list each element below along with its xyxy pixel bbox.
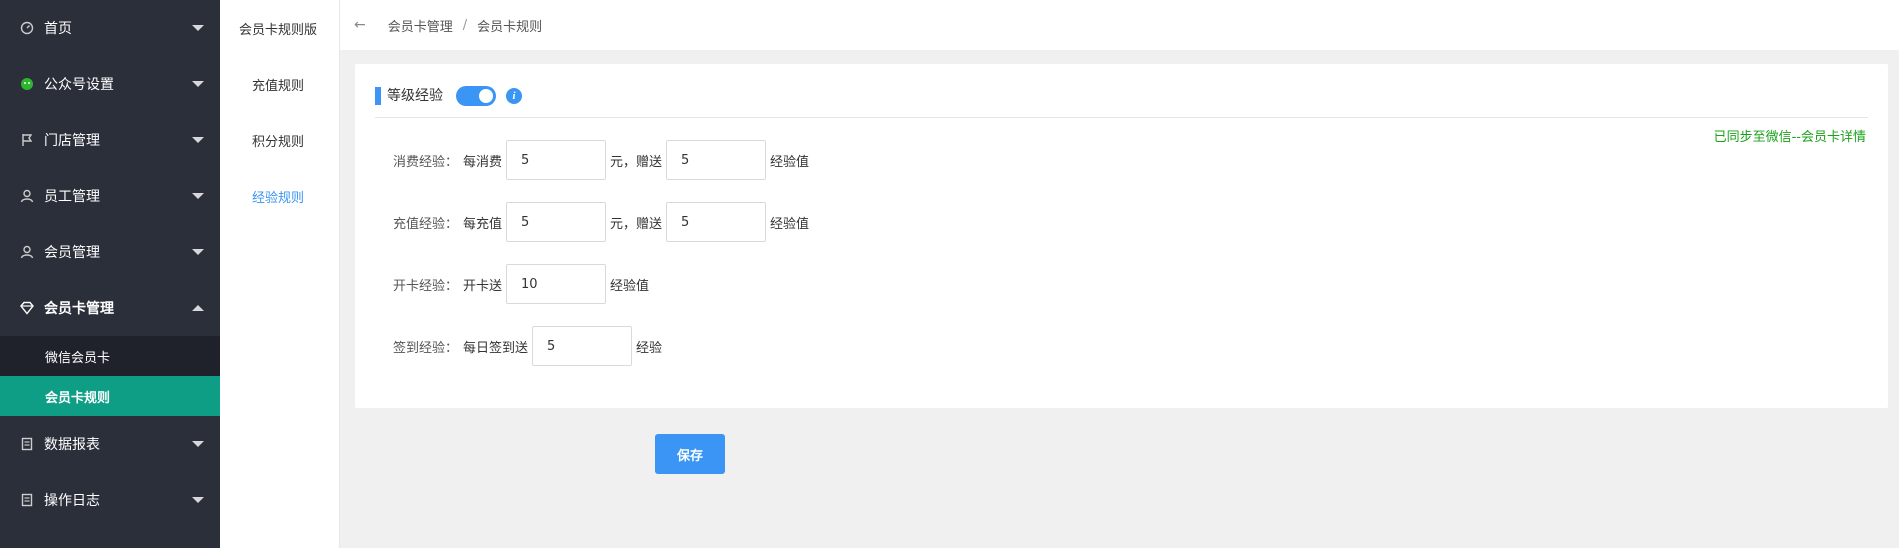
save-button[interactable]: 保存 bbox=[655, 434, 725, 474]
sidebar-subitem-wechat-card[interactable]: 微信会员卡 bbox=[0, 336, 220, 376]
tab-recharge-rules[interactable]: 充值规则 bbox=[220, 56, 339, 112]
breadcrumb: ← 会员卡管理 / 会员卡规则 bbox=[340, 0, 1899, 50]
tab-experience-rules[interactable]: 经验规则 bbox=[220, 168, 339, 224]
breadcrumb-link[interactable]: 会员卡管理 bbox=[388, 16, 453, 35]
secondary-sidebar: 会员卡规则版 充值规则 积分规则 经验规则 bbox=[220, 0, 340, 548]
level-experience-toggle[interactable] bbox=[456, 86, 496, 106]
row-label: 消费经验： bbox=[393, 154, 459, 170]
staff-icon bbox=[20, 189, 34, 203]
recharge-exp-input[interactable] bbox=[666, 202, 767, 242]
sidebar-item-card-management[interactable]: 会员卡管理 bbox=[0, 280, 220, 336]
info-icon[interactable]: i bbox=[506, 88, 522, 104]
row-label: 充值经验： bbox=[393, 216, 459, 232]
row-suffix: 经验值 bbox=[770, 154, 810, 170]
chevron-down-icon bbox=[192, 497, 204, 503]
title-accent-bar bbox=[375, 87, 381, 105]
sidebar-item-label: 门店管理 bbox=[44, 133, 100, 149]
sidebar-item-label: 操作日志 bbox=[44, 493, 100, 509]
breadcrumb-current: 会员卡规则 bbox=[477, 19, 543, 35]
row-prefix: 每日签到送 bbox=[463, 340, 529, 356]
chevron-down-icon bbox=[192, 137, 204, 143]
sidebar-item-wechat[interactable]: 公众号设置 bbox=[0, 56, 220, 112]
sidebar-subitem-card-rules[interactable]: 会员卡规则 bbox=[0, 376, 220, 416]
row-mid: 元，赠送 bbox=[610, 216, 663, 232]
row-label: 开卡经验： bbox=[393, 278, 459, 294]
level-experience-card: 等级经验 i 已同步至微信--会员卡详情 消费经验： 每消费 元，赠送 经验值 … bbox=[355, 64, 1888, 408]
chevron-down-icon bbox=[192, 81, 204, 87]
sidebar-item-members[interactable]: 会员管理 bbox=[0, 224, 220, 280]
sidebar-item-staff[interactable]: 员工管理 bbox=[0, 168, 220, 224]
sidebar-item-label: 首页 bbox=[44, 21, 72, 37]
log-icon bbox=[20, 493, 34, 507]
chevron-down-icon bbox=[192, 193, 204, 199]
opencard-experience-row: 开卡经验： 开卡送 经验值 bbox=[393, 264, 649, 304]
report-icon bbox=[20, 437, 34, 451]
main-sidebar: 首页 公众号设置 门店管理 员工管理 会员管理 会员卡管理 微信会员卡 会员卡规… bbox=[0, 0, 220, 548]
row-prefix: 每消费 bbox=[463, 154, 503, 170]
sidebar-item-label: 公众号设置 bbox=[44, 77, 114, 93]
row-suffix: 经验 bbox=[636, 340, 663, 356]
sidebar-item-label: 会员管理 bbox=[44, 245, 100, 261]
flag-icon bbox=[20, 133, 34, 147]
sidebar-item-label: 员工管理 bbox=[44, 189, 100, 205]
chevron-down-icon bbox=[192, 249, 204, 255]
consume-experience-row: 消费经验： 每消费 元，赠送 经验值 bbox=[393, 140, 809, 180]
chevron-down-icon bbox=[192, 441, 204, 447]
sidebar-submenu: 微信会员卡 会员卡规则 bbox=[0, 336, 220, 416]
breadcrumb-separator: / bbox=[462, 17, 468, 33]
wechat-icon bbox=[20, 77, 34, 91]
row-suffix: 经验值 bbox=[770, 216, 810, 232]
sidebar-item-reports[interactable]: 数据报表 bbox=[0, 416, 220, 472]
secondary-sidebar-title: 会员卡规则版 bbox=[239, 22, 318, 38]
sidebar-item-stores[interactable]: 门店管理 bbox=[0, 112, 220, 168]
consume-amount-input[interactable] bbox=[506, 140, 607, 180]
sidebar-item-logs[interactable]: 操作日志 bbox=[0, 472, 220, 528]
sync-status-link[interactable]: 已同步至微信--会员卡详情 bbox=[1714, 126, 1866, 145]
dashboard-icon bbox=[20, 21, 34, 35]
card-title: 等级经验 bbox=[387, 88, 443, 104]
recharge-experience-row: 充值经验： 每充值 元，赠送 经验值 bbox=[393, 202, 809, 242]
diamond-icon bbox=[20, 301, 34, 315]
member-icon bbox=[20, 245, 34, 259]
consume-exp-input[interactable] bbox=[666, 140, 767, 180]
checkin-exp-input[interactable] bbox=[532, 326, 633, 366]
checkin-experience-row: 签到经验： 每日签到送 经验 bbox=[393, 326, 662, 366]
row-label: 签到经验： bbox=[393, 340, 459, 356]
recharge-amount-input[interactable] bbox=[506, 202, 607, 242]
row-prefix: 每充值 bbox=[463, 216, 503, 232]
row-mid: 元，赠送 bbox=[610, 154, 663, 170]
opencard-exp-input[interactable] bbox=[506, 264, 607, 304]
sidebar-item-home[interactable]: 首页 bbox=[0, 0, 220, 56]
row-prefix: 开卡送 bbox=[463, 278, 503, 294]
back-arrow-icon[interactable]: ← bbox=[354, 17, 366, 33]
card-header: 等级经验 i bbox=[375, 86, 1868, 118]
chevron-down-icon bbox=[192, 25, 204, 31]
row-suffix: 经验值 bbox=[610, 278, 650, 294]
chevron-up-icon bbox=[192, 305, 204, 311]
sidebar-item-label: 数据报表 bbox=[44, 437, 100, 453]
sidebar-item-label: 会员卡管理 bbox=[44, 301, 114, 317]
tab-points-rules[interactable]: 积分规则 bbox=[220, 112, 339, 168]
